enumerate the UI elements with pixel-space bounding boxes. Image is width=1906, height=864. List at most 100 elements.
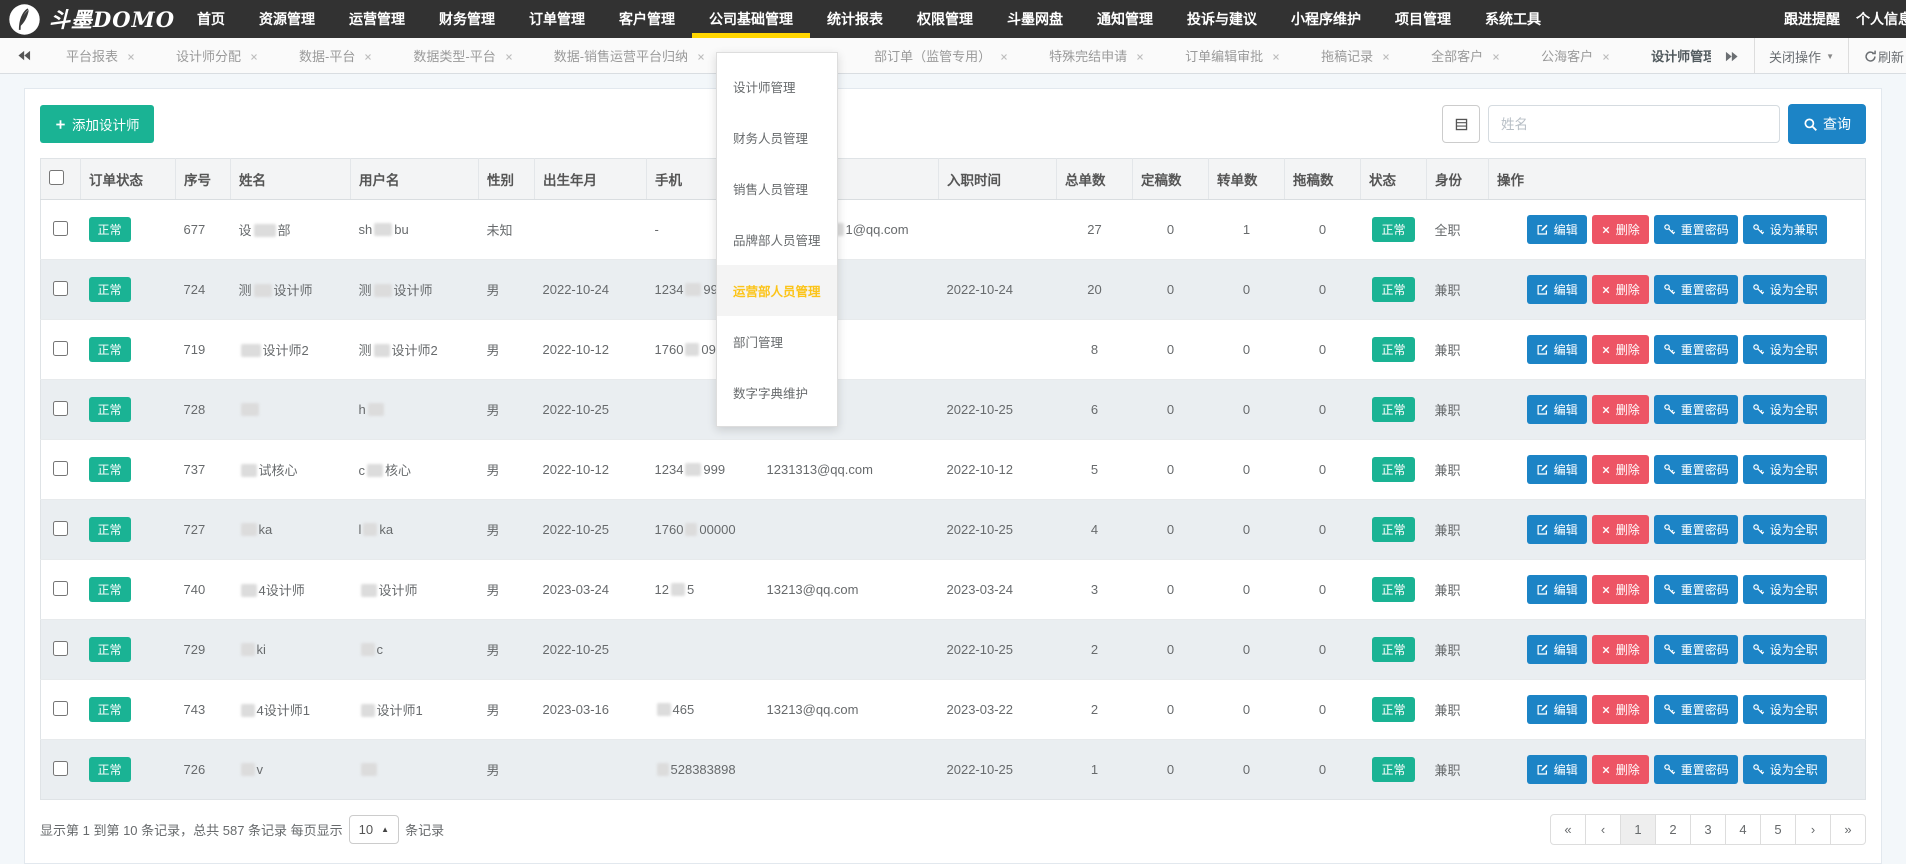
page-button-8[interactable]: › <box>1795 814 1831 845</box>
dropdown-item-2[interactable]: 财务人员管理 <box>717 112 837 163</box>
nav-item-15[interactable]: 系统工具 <box>1468 0 1558 38</box>
delete-button[interactable]: 删除 <box>1592 575 1649 604</box>
tab-10[interactable]: 全部客户 <box>1411 38 1521 73</box>
nav-item-9[interactable]: 权限管理 <box>900 0 990 38</box>
tab-11[interactable]: 公海客户 <box>1521 38 1631 73</box>
page-button-7[interactable]: 5 <box>1760 814 1796 845</box>
close-actions-menu[interactable]: 关闭操作 ▼ <box>1754 38 1848 74</box>
reset-password-button[interactable]: 重置密码 <box>1654 575 1738 604</box>
toggle-role-button[interactable]: 设为全职 <box>1743 635 1827 664</box>
row-checkbox[interactable] <box>53 401 68 416</box>
toggle-role-button[interactable]: 设为全职 <box>1743 335 1827 364</box>
nav-item-3[interactable]: 运营管理 <box>332 0 422 38</box>
search-button[interactable]: 查询 <box>1788 104 1866 144</box>
toggle-role-button[interactable]: 设为全职 <box>1743 575 1827 604</box>
row-checkbox[interactable] <box>53 461 68 476</box>
select-all-checkbox[interactable] <box>49 170 64 185</box>
toggle-role-button[interactable]: 设为全职 <box>1743 515 1827 544</box>
nav-item-5[interactable]: 订单管理 <box>512 0 602 38</box>
dropdown-item-3[interactable]: 销售人员管理 <box>717 163 837 214</box>
delete-button[interactable]: 删除 <box>1592 395 1649 424</box>
tab-1[interactable]: 平台报表 <box>46 38 156 73</box>
delete-button[interactable]: 删除 <box>1592 695 1649 724</box>
edit-button[interactable]: 编辑 <box>1527 275 1587 304</box>
nav-item-11[interactable]: 通知管理 <box>1080 0 1170 38</box>
toggle-role-button[interactable]: 设为全职 <box>1743 455 1827 484</box>
page-button-5[interactable]: 3 <box>1690 814 1726 845</box>
dropdown-item-7[interactable]: 数字字典维护 <box>717 367 837 418</box>
nav-item-6[interactable]: 客户管理 <box>602 0 692 38</box>
tab-close-icon[interactable] <box>696 48 706 63</box>
row-checkbox[interactable] <box>53 281 68 296</box>
nav-item-1[interactable]: 首页 <box>180 0 242 38</box>
row-checkbox[interactable] <box>53 221 68 236</box>
tab-close-icon[interactable] <box>1601 48 1611 63</box>
page-button-4[interactable]: 2 <box>1655 814 1691 845</box>
edit-button[interactable]: 编辑 <box>1527 455 1587 484</box>
edit-button[interactable]: 编辑 <box>1527 635 1587 664</box>
tab-close-icon[interactable] <box>1381 48 1391 63</box>
delete-button[interactable]: 删除 <box>1592 275 1649 304</box>
edit-button[interactable]: 编辑 <box>1527 215 1587 244</box>
page-button-9[interactable]: » <box>1830 814 1866 845</box>
tab-close-icon[interactable] <box>1271 48 1281 63</box>
tab-9[interactable]: 拖稿记录 <box>1301 38 1411 73</box>
toggle-role-button[interactable]: 设为全职 <box>1743 275 1827 304</box>
refresh-button[interactable]: 刷新 <box>1848 38 1906 74</box>
dropdown-item-4[interactable]: 品牌部人员管理 <box>717 214 837 265</box>
tab-close-icon[interactable] <box>1135 48 1145 63</box>
nav-item-12[interactable]: 投诉与建议 <box>1170 0 1274 38</box>
reset-password-button[interactable]: 重置密码 <box>1654 455 1738 484</box>
nav-item-7[interactable]: 公司基础管理 <box>692 0 810 38</box>
tabs-scroll-left-button[interactable] <box>0 38 46 73</box>
toggle-role-button[interactable]: 设为兼职 <box>1743 215 1827 244</box>
tabs-scroll-right-button[interactable] <box>1711 38 1754 74</box>
columns-toggle-button[interactable] <box>1442 105 1480 143</box>
row-checkbox[interactable] <box>53 341 68 356</box>
reset-password-button[interactable]: 重置密码 <box>1654 515 1738 544</box>
page-button-3[interactable]: 1 <box>1620 814 1656 845</box>
row-checkbox[interactable] <box>53 701 68 716</box>
toggle-role-button[interactable]: 设为全职 <box>1743 395 1827 424</box>
nav-item-8[interactable]: 统计报表 <box>810 0 900 38</box>
edit-button[interactable]: 编辑 <box>1527 695 1587 724</box>
delete-button[interactable]: 删除 <box>1592 215 1649 244</box>
row-checkbox[interactable] <box>53 581 68 596</box>
toggle-role-button[interactable]: 设为全职 <box>1743 755 1827 784</box>
page-button-1[interactable]: « <box>1550 814 1586 845</box>
tab-2[interactable]: 设计师分配 <box>156 38 279 73</box>
edit-button[interactable]: 编辑 <box>1527 755 1587 784</box>
nav-right-item-1[interactable]: 跟进提醒 <box>1776 0 1848 38</box>
brand[interactable]: 斗墨DOMO <box>0 0 180 38</box>
tab-close-icon[interactable] <box>126 48 136 63</box>
nav-item-4[interactable]: 财务管理 <box>422 0 512 38</box>
reset-password-button[interactable]: 重置密码 <box>1654 395 1738 424</box>
page-size-select[interactable]: 10 ▲ <box>349 815 399 844</box>
delete-button[interactable]: 删除 <box>1592 755 1649 784</box>
reset-password-button[interactable]: 重置密码 <box>1654 335 1738 364</box>
nav-item-10[interactable]: 斗墨网盘 <box>990 0 1080 38</box>
reset-password-button[interactable]: 重置密码 <box>1654 755 1738 784</box>
tab-close-icon[interactable] <box>1491 48 1501 63</box>
delete-button[interactable]: 删除 <box>1592 515 1649 544</box>
tab-7[interactable]: 特殊完结申请 <box>1029 38 1165 73</box>
tab-3[interactable]: 数据-平台 <box>279 38 393 73</box>
tab-5[interactable]: 数据-销售运营平台归纳 <box>534 38 726 73</box>
row-checkbox[interactable] <box>53 641 68 656</box>
tab-6[interactable]: 部订单（监管专用） <box>854 38 1029 73</box>
tab-close-icon[interactable] <box>504 48 514 63</box>
dropdown-item-1[interactable]: 设计师管理 <box>717 61 837 112</box>
tab-close-icon[interactable] <box>363 48 373 63</box>
reset-password-button[interactable]: 重置密码 <box>1654 275 1738 304</box>
page-button-6[interactable]: 4 <box>1725 814 1761 845</box>
tab-close-icon[interactable] <box>249 48 259 63</box>
edit-button[interactable]: 编辑 <box>1527 395 1587 424</box>
delete-button[interactable]: 删除 <box>1592 335 1649 364</box>
edit-button[interactable]: 编辑 <box>1527 515 1587 544</box>
reset-password-button[interactable]: 重置密码 <box>1654 215 1738 244</box>
tab-close-icon[interactable] <box>999 48 1009 63</box>
page-button-2[interactable]: ‹ <box>1585 814 1621 845</box>
nav-item-14[interactable]: 项目管理 <box>1378 0 1468 38</box>
row-checkbox[interactable] <box>53 521 68 536</box>
delete-button[interactable]: 删除 <box>1592 455 1649 484</box>
